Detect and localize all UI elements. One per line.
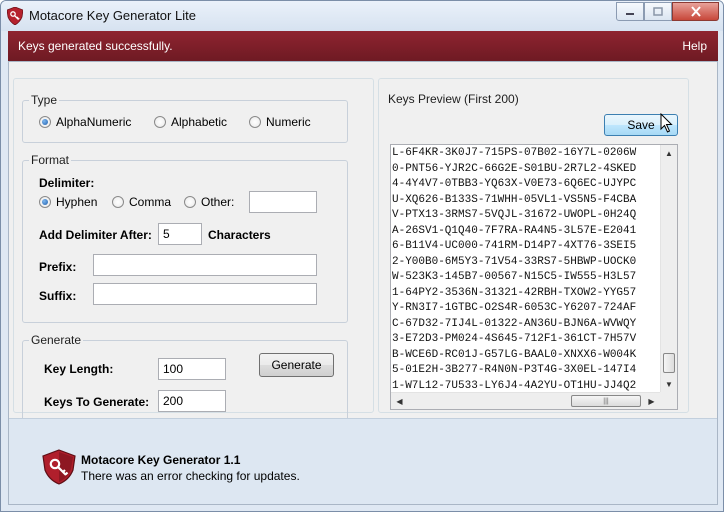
format-group: Format Delimiter: Hyphen Comma Other: Ad… — [22, 153, 348, 323]
key-line: 4-4Y4V7-0TBB3-YQ63X-V0E73-6Q6EC-UJYPC — [392, 178, 637, 190]
app-window: Motacore Key Generator Lite Keys generat… — [0, 0, 724, 512]
close-button[interactable] — [672, 2, 719, 21]
window-title: Motacore Key Generator Lite — [29, 8, 196, 23]
key-line: 5-01E2H-3B277-R4N0N-P3T4G-3X0EL-147I4 — [392, 364, 637, 376]
radio-comma[interactable]: Comma — [112, 195, 171, 209]
type-group: Type AlphaNumeric Alphabetic Numeric — [22, 93, 348, 143]
status-banner: Keys generated successfully. Help — [8, 31, 718, 61]
scroll-down-icon[interactable]: ▼ — [661, 376, 677, 393]
radio-alphabetic[interactable]: Alphabetic — [154, 115, 227, 129]
radio-label: Other: — [201, 195, 235, 209]
suffix-label: Suffix: — [39, 289, 77, 303]
keys-to-generate-label: Keys To Generate: — [44, 395, 150, 409]
key-line: 1-64PY2-3536N-31321-42RBH-TXOW2-YYG57 — [392, 286, 637, 299]
settings-panel: Type AlphaNumeric Alphabetic Numeric For… — [13, 78, 374, 425]
minimize-icon — [626, 12, 634, 15]
vertical-scrollbar[interactable]: ▲ ▼ — [660, 145, 677, 393]
radio-other[interactable]: Other: — [184, 195, 234, 209]
prefix-input[interactable] — [93, 254, 317, 276]
key-line: C-67D32-7IJ4L-01322-AN36U-BJN6A-WVWQY — [392, 317, 637, 330]
radio-dot[interactable] — [39, 116, 51, 128]
add-delimiter-label: Add Delimiter After: — [39, 228, 152, 242]
scroll-right-icon[interactable]: ▶ — [643, 393, 660, 409]
radio-label: AlphaNumeric — [56, 115, 132, 129]
maximize-button[interactable] — [644, 2, 672, 21]
horizontal-scroll-thumb[interactable]: ||| — [571, 395, 641, 407]
shield-key-icon — [42, 449, 76, 485]
key-line: 6-B11V4-UC000-741RM-D14P7-4XT76-3SEI5 — [392, 240, 637, 252]
generate-group: Generate Key Length: Generate Keys To Ge… — [22, 333, 348, 425]
format-legend: Format — [29, 153, 72, 167]
radio-hyphen[interactable]: Hyphen — [39, 195, 97, 209]
suffix-input[interactable] — [93, 283, 317, 305]
minimize-button[interactable] — [616, 2, 644, 21]
key-line: W-523K3-145B7-00567-N15C5-IW555-H3L57 — [392, 271, 637, 283]
type-legend: Type — [29, 93, 60, 107]
key-length-label: Key Length: — [44, 362, 114, 376]
product-name: Motacore Key Generator 1.1 — [81, 453, 241, 467]
key-line: U-XQ626-B133S-71WHH-05VL1-VS5N5-F4CBA — [392, 193, 637, 206]
key-line: V-PTX13-3RMS7-5VQJL-31672-UWOPL-0H24Q — [392, 209, 637, 221]
shield-key-icon — [7, 7, 23, 25]
radio-alphanumeric[interactable]: AlphaNumeric — [39, 115, 131, 129]
add-delimiter-input[interactable] — [158, 223, 202, 245]
delimiter-label: Delimiter: — [39, 176, 95, 190]
scroll-left-icon[interactable]: ◀ — [391, 393, 408, 409]
prefix-label: Prefix: — [39, 260, 77, 274]
update-status: There was an error checking for updates. — [81, 469, 300, 483]
radio-label: Alphabetic — [171, 115, 228, 129]
radio-label: Comma — [129, 195, 172, 209]
keys-to-generate-input[interactable] — [158, 390, 226, 412]
main-area: Type AlphaNumeric Alphabetic Numeric For… — [8, 61, 718, 505]
vertical-scroll-thumb[interactable] — [663, 353, 675, 373]
title-bar[interactable]: Motacore Key Generator Lite — [1, 1, 723, 31]
key-line: A-26SV1-Q1Q40-7F7RA-RA4N5-3L57E-E2041 — [392, 224, 637, 237]
scroll-up-icon[interactable]: ▲ — [661, 145, 677, 162]
radio-dot[interactable] — [249, 116, 261, 128]
maximize-icon — [653, 7, 663, 16]
other-delimiter-input[interactable] — [249, 191, 317, 213]
key-line: 1-W7L12-7U533-LY6J4-4A2YU-OT1HU-JJ4Q2 — [392, 379, 637, 392]
footer-bar: Motacore Key Generator 1.1 There was an … — [9, 418, 717, 504]
key-length-input[interactable] — [158, 358, 226, 380]
generate-legend: Generate — [29, 333, 84, 347]
keys-preview-textbox[interactable]: L-6F4KR-3K0J7-715PS-07B02-16Y7L-0206W 0-P… — [390, 144, 678, 410]
radio-label: Hyphen — [56, 195, 98, 209]
radio-dot[interactable] — [39, 196, 51, 208]
key-line: L-6F4KR-3K0J7-715PS-07B02-16Y7L-0206W — [392, 147, 637, 159]
help-link[interactable]: Help — [682, 39, 707, 53]
status-message: Keys generated successfully. — [18, 39, 173, 53]
radio-dot[interactable] — [112, 196, 124, 208]
radio-dot[interactable] — [154, 116, 166, 128]
key-line: 3-E72D3-PM024-4S645-712F1-361CT-7H57V — [392, 333, 637, 345]
radio-dot[interactable] — [184, 196, 196, 208]
mouse-cursor-icon — [660, 113, 673, 133]
generate-button[interactable]: Generate — [259, 353, 334, 377]
close-icon — [690, 6, 701, 17]
radio-numeric[interactable]: Numeric — [249, 115, 311, 129]
key-line: B-WCE6D-RC01J-G57LG-BAAL0-XNXX6-W004K — [392, 348, 637, 361]
preview-panel: Keys Preview (First 200) Save L-6F4KR-3K… — [378, 78, 689, 413]
key-line: 0-PNT56-YJR2C-66G2E-S01BU-2R7L2-4SKED — [392, 162, 637, 175]
horizontal-scrollbar[interactable]: ◀ ||| ▶ — [391, 392, 661, 409]
keys-list: L-6F4KR-3K0J7-715PS-07B02-16Y7L-0206W 0-P… — [392, 146, 660, 392]
radio-label: Numeric — [266, 115, 311, 129]
key-line: 2-Y00B0-6M5Y3-71V54-33RS7-5HBWP-UOCK0 — [392, 255, 637, 268]
key-line: Y-RN3I7-1GTBC-O2S4R-6053C-Y6207-724AF — [392, 302, 637, 314]
preview-legend: Keys Preview (First 200) — [388, 92, 519, 106]
characters-label: Characters — [208, 228, 271, 242]
scrollbar-corner — [660, 392, 677, 409]
